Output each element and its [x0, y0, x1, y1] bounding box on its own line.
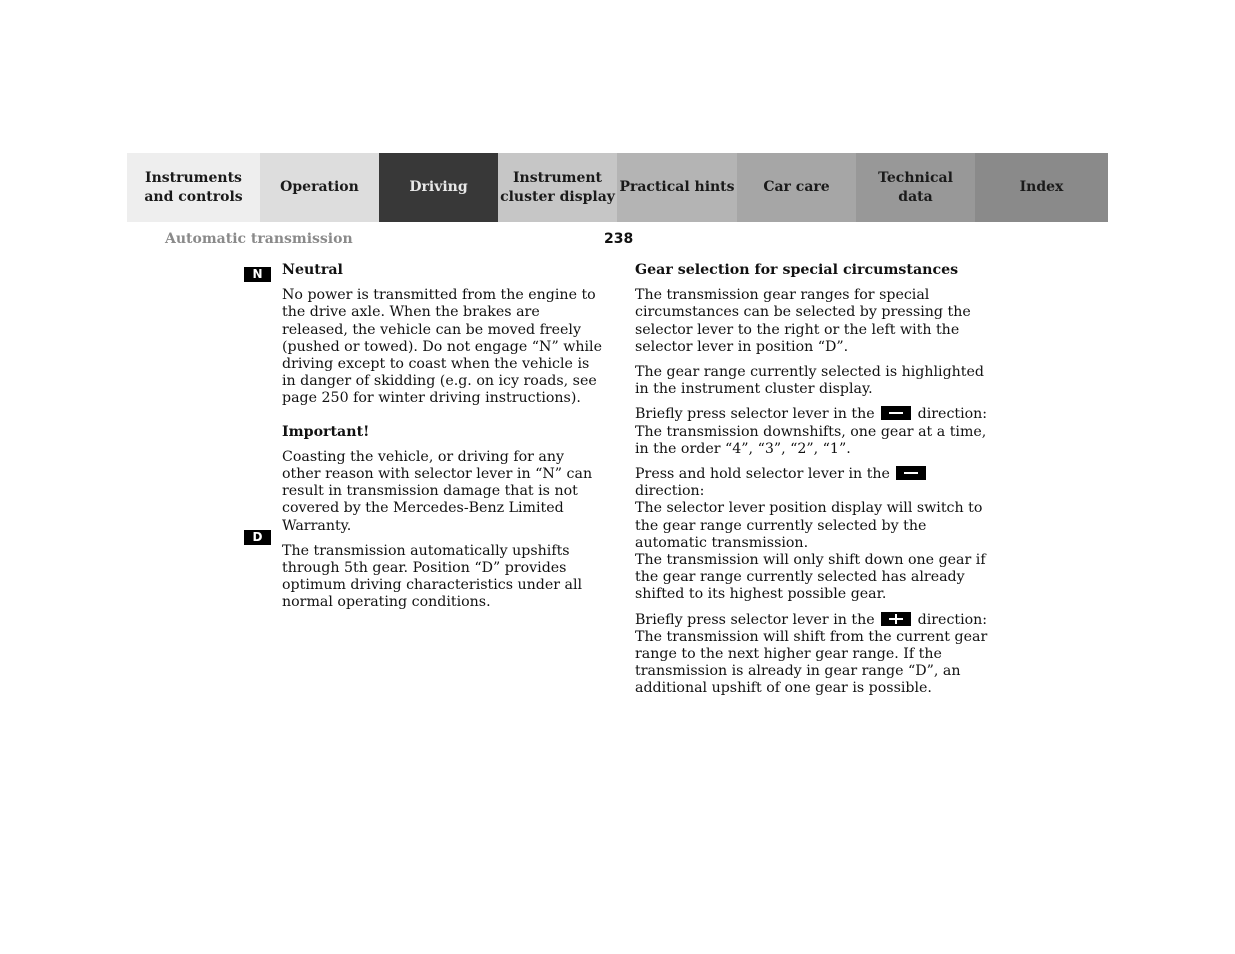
instruction-result: The selector lever position display will…: [635, 500, 983, 551]
tab-label: Instruments and controls: [144, 169, 243, 205]
tab-technical-data[interactable]: Technical data: [856, 153, 975, 222]
instruction-tail: direction:: [917, 611, 988, 628]
gear-selection-heading: Gear selection for special circumstances: [635, 262, 959, 278]
instruction-lead: Briefly press selector lever in the: [635, 611, 875, 628]
hold-minus-text: Press and hold selector lever in the dir…: [635, 466, 995, 604]
section-nav: Instruments and controls Operation Drivi…: [127, 153, 1108, 222]
plus-key-icon: [881, 611, 912, 626]
section-title: Automatic transmission: [165, 231, 353, 247]
tab-car-care[interactable]: Car care: [737, 153, 856, 222]
tab-label: Car care: [763, 179, 830, 195]
minus-key-icon: [896, 466, 927, 481]
tab-label: Practical hints: [619, 179, 735, 195]
important-text: Coasting the vehicle, or driving for any…: [282, 448, 593, 534]
instruction-result: The transmission downshifts, one gear at…: [635, 423, 987, 457]
important-heading: Important!: [282, 423, 370, 440]
gear-d-badge: D: [244, 530, 271, 545]
neutral-text: No power is transmitted from the engine …: [282, 287, 602, 407]
gear-n-badge: N: [244, 267, 271, 282]
tab-label: Index: [1019, 179, 1064, 195]
neutral-heading: Neutral: [282, 262, 343, 278]
page-number: 238: [604, 231, 634, 247]
tab-driving[interactable]: Driving: [379, 153, 498, 222]
tab-label: Technical data: [878, 169, 953, 205]
tab-label: Operation: [280, 179, 359, 195]
gear-range-highlight-text: The gear range currently selected is hig…: [635, 364, 984, 398]
instruction-result: The transmission will shift from the cur…: [635, 628, 988, 697]
left-column: Neutral No power is transmitted from the…: [282, 262, 602, 620]
minus-key-icon: [881, 406, 912, 421]
gear-selection-intro: The transmission gear ranges for special…: [635, 287, 971, 355]
brief-press-plus-text: Briefly press selector lever in the dire…: [635, 611, 995, 698]
instruction-lead: Briefly press selector lever in the: [635, 406, 875, 423]
tab-label: Instrument cluster display: [500, 169, 615, 205]
instruction-tail: direction:: [917, 406, 988, 423]
tab-instruments-and-controls[interactable]: Instruments and controls: [127, 153, 260, 222]
drive-text: The transmission automatically upshifts …: [282, 542, 583, 611]
tab-instrument-cluster-display[interactable]: Instrument cluster display: [498, 153, 617, 222]
tab-operation[interactable]: Operation: [260, 153, 379, 222]
tab-label: Driving: [409, 179, 468, 195]
right-column: Gear selection for special circumstances…: [635, 262, 995, 706]
instruction-lead: Press and hold selector lever in the: [635, 466, 890, 483]
brief-press-minus-text: Briefly press selector lever in the dire…: [635, 406, 995, 458]
instruction-note: The transmission will only shift down on…: [635, 552, 986, 603]
instruction-tail: direction:: [635, 483, 705, 500]
tab-practical-hints[interactable]: Practical hints: [617, 153, 737, 222]
tab-index[interactable]: Index: [975, 153, 1108, 222]
